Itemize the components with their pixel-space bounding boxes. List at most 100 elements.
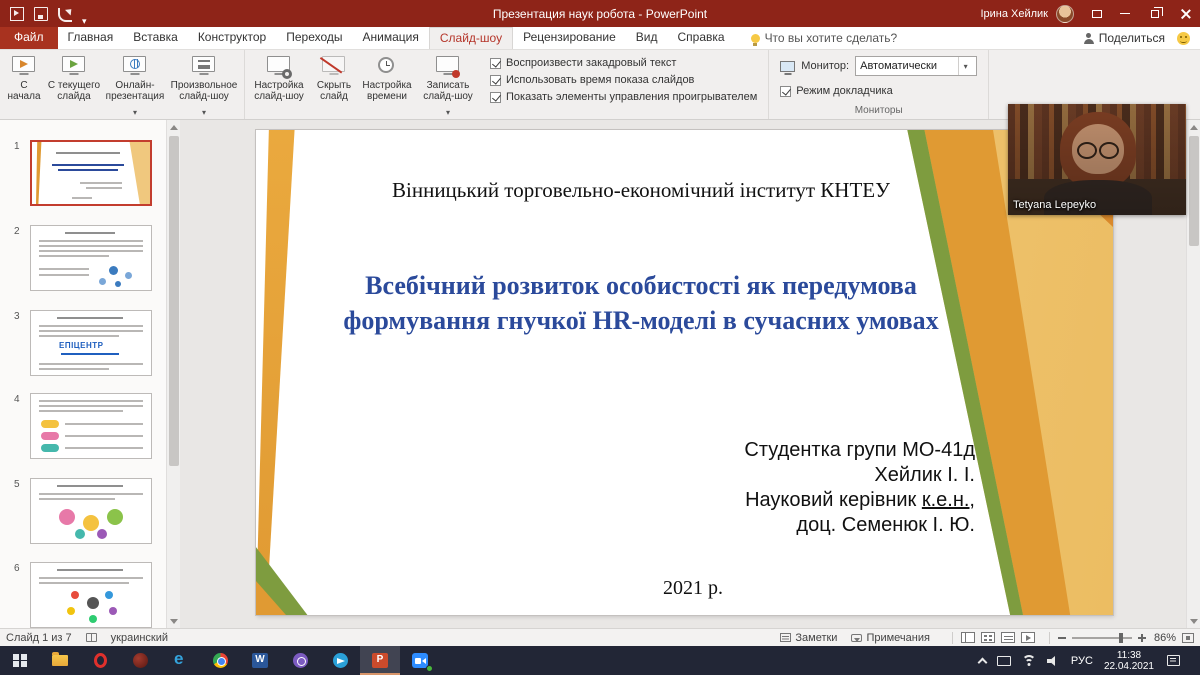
custom-slideshow-button[interactable]: Произвольное слайд-шоу <box>167 50 241 120</box>
tab-animations[interactable]: Анимация <box>353 27 429 49</box>
display-tray-icon[interactable] <box>997 656 1011 666</box>
zoom-out-icon[interactable] <box>1058 637 1066 639</box>
slide-thumbnail-5[interactable] <box>30 478 152 544</box>
tab-review[interactable]: Рецензирование <box>513 27 626 49</box>
hide-slide-button[interactable]: Скрыть слайд <box>310 50 358 102</box>
tell-me-search[interactable]: Что вы хотите сделать? <box>751 27 898 49</box>
fit-to-window-icon[interactable] <box>1182 633 1194 643</box>
scroll-up-icon[interactable] <box>1187 120 1200 134</box>
slideshow-view-button[interactable] <box>1021 632 1035 643</box>
zoom-slider-thumb[interactable] <box>1119 633 1123 643</box>
dropdown-caret-icon <box>446 102 450 120</box>
start-button[interactable] <box>0 646 40 675</box>
setup-slideshow-button[interactable]: Настройка слайд-шоу <box>248 50 310 102</box>
save-icon[interactable] <box>34 7 48 21</box>
minimize-button[interactable] <box>1110 0 1140 27</box>
wifi-icon[interactable] <box>1022 655 1036 666</box>
slide-thumbnail-1[interactable] <box>30 140 152 206</box>
undo-icon[interactable] <box>58 8 72 22</box>
slide-thumbnail-6[interactable] <box>30 562 152 628</box>
group-start-slideshow: С начала С текущего слайда Онлайн-презен… <box>0 50 245 119</box>
spellcheck-button[interactable] <box>86 633 97 642</box>
checkbox-show-media-controls[interactable]: Показать элементы управления проигрывате… <box>490 91 757 103</box>
telegram-button[interactable] <box>320 646 360 675</box>
tab-file[interactable]: Файл <box>0 27 58 49</box>
from-beginning-button[interactable]: С начала <box>3 50 45 102</box>
slide-number: 4 <box>14 394 20 405</box>
tab-slideshow[interactable]: Слайд-шоу <box>429 27 513 49</box>
scrollbar-thumb[interactable] <box>169 136 179 466</box>
notes-toggle[interactable]: Заметки <box>780 632 837 644</box>
checkbox-presenter-view[interactable]: Режим докладчика <box>780 85 977 97</box>
group-monitors: Монитор: Автоматически Режим докладчика … <box>769 50 989 119</box>
start-slideshow-icon[interactable] <box>10 7 24 21</box>
thumbnail-scrollbar[interactable] <box>166 120 180 628</box>
zoom-slider[interactable] <box>1072 637 1132 639</box>
tab-insert[interactable]: Вставка <box>123 27 188 49</box>
from-beginning-icon <box>9 54 39 79</box>
from-current-slide-button[interactable]: С текущего слайда <box>45 50 103 102</box>
tab-home[interactable]: Главная <box>58 27 124 49</box>
action-center-icon[interactable] <box>1167 655 1180 666</box>
browser-button[interactable] <box>120 646 160 675</box>
volume-icon[interactable] <box>1047 655 1060 666</box>
slide-title-text[interactable]: Всебічний розвиток особистості як переду… <box>321 268 961 338</box>
powerpoint-icon <box>372 653 388 668</box>
slide-thumbnail-panel: 1 2 <box>0 120 166 628</box>
close-button[interactable] <box>1170 0 1200 27</box>
share-button[interactable]: Поделиться <box>1084 31 1165 45</box>
tray-expand-chevron-icon[interactable] <box>977 657 987 667</box>
slide-thumbnail-2[interactable] <box>30 225 152 291</box>
clock[interactable]: 11:38 22.04.2021 <box>1104 650 1154 672</box>
scrollbar-thumb[interactable] <box>1189 136 1199 246</box>
file-explorer-button[interactable] <box>40 646 80 675</box>
normal-view-button[interactable] <box>961 632 975 643</box>
edge-button[interactable] <box>160 646 200 675</box>
record-slideshow-icon <box>433 54 463 79</box>
opera-button[interactable] <box>80 646 120 675</box>
account-name[interactable]: Ірина Хейлик <box>980 8 1048 20</box>
slide-sorter-view-button[interactable] <box>981 632 995 643</box>
feedback-smiley-icon[interactable] <box>1177 32 1190 45</box>
main-scrollbar[interactable] <box>1186 120 1200 628</box>
language-button[interactable]: украинский <box>111 632 168 644</box>
slide-institute-text[interactable]: Вінницький торговельно-економічний інсти… <box>291 178 991 203</box>
word-button[interactable] <box>240 646 280 675</box>
zoom-app-button[interactable] <box>400 646 440 675</box>
checkbox-play-narrations[interactable]: Воспроизвести закадровый текст <box>490 57 757 69</box>
webcam-overlay[interactable]: Tetyana Lepeyko <box>1008 104 1186 215</box>
viber-button[interactable] <box>280 646 320 675</box>
slide-thumbnail-3[interactable]: ЕПІЦЕНТР <box>30 310 152 376</box>
ribbon-display-options-icon[interactable] <box>1084 0 1110 27</box>
tab-transitions[interactable]: Переходы <box>276 27 352 49</box>
record-slideshow-button[interactable]: Записать слайд-шоу <box>416 50 480 120</box>
zoom-level[interactable]: 86% <box>1154 632 1176 644</box>
present-online-button[interactable]: Онлайн-презентация <box>103 50 167 120</box>
input-language-button[interactable]: РУС <box>1071 655 1093 667</box>
restore-button[interactable] <box>1140 0 1170 27</box>
comments-toggle[interactable]: Примечания <box>851 632 930 644</box>
author-line: Хейлик І. І. <box>555 463 975 488</box>
chrome-button[interactable] <box>200 646 240 675</box>
zoom-in-icon[interactable] <box>1138 634 1146 642</box>
slide-authors-text[interactable]: Студентка групи МО-41д Хейлик І. І. Наук… <box>555 438 975 538</box>
customize-toolbar-caret-icon[interactable] <box>82 11 90 19</box>
tab-help[interactable]: Справка <box>667 27 734 49</box>
tab-design[interactable]: Конструктор <box>188 27 276 49</box>
tab-view[interactable]: Вид <box>626 27 668 49</box>
slide-thumbnail-4[interactable] <box>30 393 152 459</box>
notes-icon <box>780 633 791 642</box>
ribbon-tab-row: Файл Главная Вставка Конструктор Переход… <box>0 27 1200 50</box>
slide-editor[interactable]: Вінницький торговельно-економічний інсти… <box>256 130 1113 615</box>
rehearse-timings-button[interactable]: Настройка времени <box>358 50 416 102</box>
slide-year-text[interactable]: 2021 р. <box>663 577 723 600</box>
thumbnail-row: 1 <box>30 140 154 206</box>
scroll-up-icon[interactable] <box>167 120 181 134</box>
reading-view-button[interactable] <box>1001 632 1015 643</box>
powerpoint-button[interactable] <box>360 646 400 675</box>
scroll-down-icon[interactable] <box>167 614 181 628</box>
checkbox-use-timings[interactable]: Использовать время показа слайдов <box>490 74 757 86</box>
scroll-down-icon[interactable] <box>1187 614 1200 628</box>
monitor-dropdown[interactable]: Автоматически <box>855 56 977 76</box>
account-avatar[interactable] <box>1056 5 1074 23</box>
